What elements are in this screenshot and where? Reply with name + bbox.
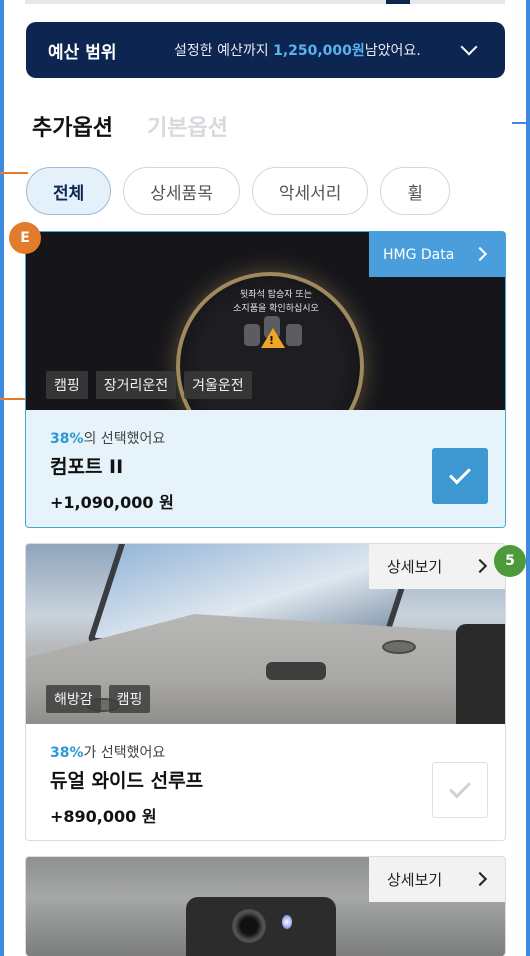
- tag: 해방감: [46, 685, 101, 713]
- option-card-dashcam[interactable]: 상세보기: [25, 856, 506, 956]
- tag: 장거리운전: [95, 371, 177, 399]
- option-image-comfort: 뒷좌석 탑승자 또는 소지품을 확인하십시오 ! HMG Data 캠핑 장거리…: [26, 232, 505, 410]
- select-checkbox[interactable]: [432, 448, 488, 504]
- display-warning-text: 뒷좌석 탑승자 또는 소지품을 확인하십시오: [233, 290, 319, 314]
- speaker-grille: [382, 640, 416, 654]
- tab-additional-options[interactable]: 추가옵션: [32, 110, 113, 150]
- option-image-sunroof: 상세보기 해방감 캠핑: [26, 544, 505, 724]
- option-name: 컴포트 II: [50, 456, 124, 478]
- filter-chip-all[interactable]: 전체: [26, 167, 112, 215]
- option-card-comfort[interactable]: 뒷좌석 탑승자 또는 소지품을 확인하십시오 ! HMG Data 캠핑 장거리…: [25, 231, 506, 528]
- option-tags: 캠핑 장거리운전 겨울운전: [46, 371, 252, 399]
- annotation-mark: [512, 122, 526, 124]
- budget-label: 예산 범위: [48, 42, 117, 63]
- budget-range-bar[interactable]: 예산 범위 설정한 예산까지 1,250,000원남았어요.: [26, 22, 505, 78]
- selection-suffix: 의 선택했어요: [83, 431, 166, 447]
- chevron-right-icon: [472, 246, 488, 262]
- filter-chips: 전체 상세품목 악세서리 휠: [26, 167, 451, 215]
- option-price: +890,000 원: [50, 807, 157, 826]
- annotation-line: [0, 172, 28, 174]
- view-details-label: 상세보기: [387, 871, 443, 889]
- hmg-data-label: HMG Data: [383, 246, 455, 263]
- right-frame-border: [526, 0, 530, 956]
- option-info-comfort: 38%의 선택했어요 컴포트 II +1,090,000 원: [26, 410, 505, 527]
- check-icon: [449, 462, 471, 485]
- filter-chip-details[interactable]: 상세품목: [123, 167, 240, 215]
- select-checkbox[interactable]: [432, 762, 488, 818]
- option-name: 듀얼 와이드 선루프: [50, 770, 204, 792]
- selection-percent-text: 38%의 선택했어요: [50, 428, 481, 448]
- budget-text-after: 남았어요.: [364, 43, 421, 59]
- seat-back: [456, 624, 505, 724]
- left-frame-border: [0, 0, 4, 956]
- chevron-right-icon: [472, 871, 488, 887]
- selection-percent: 38%: [50, 745, 84, 761]
- seat-icon: [286, 324, 302, 346]
- option-tabs: 추가옵션 기본옵션: [32, 110, 228, 150]
- annotation-badge-e: E: [9, 222, 41, 254]
- roof-lamp: [266, 662, 326, 680]
- filter-chip-wheels[interactable]: 휠: [380, 167, 451, 215]
- option-card-sunroof[interactable]: 상세보기 해방감 캠핑 38%가 선택했어요 듀얼 와이드 선루프 +890,0…: [25, 543, 506, 841]
- budget-text-before: 설정한 예산까지: [174, 43, 269, 59]
- option-info-sunroof: 38%가 선택했어요 듀얼 와이드 선루프 +890,000 원: [26, 724, 505, 840]
- tag: 겨울운전: [184, 371, 252, 399]
- active-tab-underline: [31, 36, 55, 39]
- tab-basic-options[interactable]: 기본옵션: [147, 110, 228, 150]
- option-price: +1,090,000 원: [50, 493, 174, 512]
- seat-icon: [244, 324, 260, 346]
- option-tags: 해방감 캠핑: [46, 685, 151, 713]
- warning-exclamation: !: [269, 334, 275, 347]
- budget-amount: 1,250,000원: [273, 43, 365, 59]
- view-details-button[interactable]: 상세보기: [369, 544, 505, 589]
- selection-suffix: 가 선택했어요: [83, 745, 166, 761]
- chevron-right-icon: [472, 558, 488, 574]
- annotation-badge-5: 5: [494, 545, 526, 577]
- view-details-button[interactable]: 상세보기: [369, 857, 505, 902]
- camera-lens: [232, 909, 266, 943]
- decorative-glow: [66, 232, 136, 244]
- option-image-dashcam: 상세보기: [26, 857, 505, 956]
- check-icon: [449, 776, 471, 799]
- filter-chip-accessories[interactable]: 악세서리: [251, 167, 369, 215]
- hmg-data-button[interactable]: HMG Data: [369, 232, 505, 277]
- chevron-down-icon[interactable]: [460, 38, 478, 56]
- budget-remaining-text: 설정한 예산까지 1,250,000원남았어요.: [174, 40, 463, 60]
- top-scroll-indicator: [386, 0, 410, 4]
- selection-percent-text: 38%가 선택했어요: [50, 742, 481, 762]
- tag: 캠핑: [108, 685, 151, 713]
- view-details-label: 상세보기: [387, 558, 443, 576]
- camera-led: [282, 915, 292, 929]
- tag: 캠핑: [46, 371, 88, 399]
- selection-percent: 38%: [50, 431, 84, 447]
- top-divider: [25, 0, 505, 4]
